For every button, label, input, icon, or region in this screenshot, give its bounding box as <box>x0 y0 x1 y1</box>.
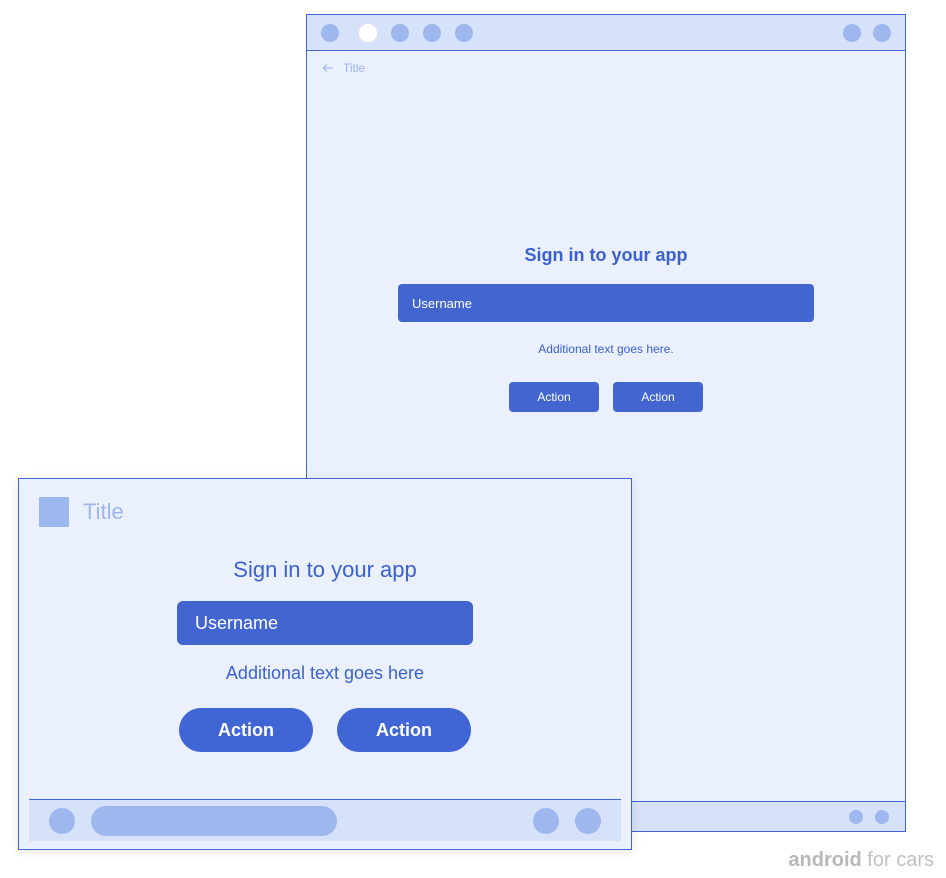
action-button-row: Action Action <box>179 708 471 752</box>
status-dot-icon <box>873 24 891 42</box>
tablet-app-bar: Title <box>307 51 905 85</box>
brand-suffix: for cars <box>862 849 934 871</box>
nav-dot-icon[interactable] <box>575 808 601 834</box>
phone-frame: Title Sign in to your app Username Addit… <box>18 478 632 850</box>
nav-dot-icon[interactable] <box>849 810 863 824</box>
signin-heading: Sign in to your app <box>525 245 688 266</box>
phone-app-bar: Title <box>19 479 631 545</box>
action-button-2[interactable]: Action <box>613 382 703 412</box>
phone-signin-content: Sign in to your app Username Additional … <box>19 557 631 752</box>
signin-subtext: Additional text goes here. <box>538 342 673 356</box>
brand-caption: android for cars <box>788 849 934 872</box>
nav-pill-icon[interactable] <box>91 806 337 836</box>
status-dot-icon <box>843 24 861 42</box>
action-button-row: Action Action <box>509 382 703 412</box>
brand-name: android <box>788 849 861 871</box>
status-dot-icon <box>391 24 409 42</box>
app-icon <box>39 497 69 527</box>
action-button-2[interactable]: Action <box>337 708 471 752</box>
username-placeholder: Username <box>195 613 278 634</box>
username-placeholder: Username <box>412 296 472 311</box>
signin-heading: Sign in to your app <box>233 557 416 583</box>
status-dot-icon <box>455 24 473 42</box>
phone-nav-bar <box>29 799 621 841</box>
phone-title-text: Title <box>83 499 124 525</box>
action-button-2-label: Action <box>641 390 674 404</box>
nav-dot-icon[interactable] <box>533 808 559 834</box>
action-button-1[interactable]: Action <box>179 708 313 752</box>
action-button-1-label: Action <box>218 720 274 741</box>
status-dot-active-icon <box>359 24 377 42</box>
nav-dot-icon[interactable] <box>875 810 889 824</box>
action-button-2-label: Action <box>376 720 432 741</box>
status-right-group <box>843 24 891 42</box>
status-dot-icon <box>321 24 339 42</box>
username-input[interactable]: Username <box>177 601 473 645</box>
status-dot-icon <box>423 24 441 42</box>
tablet-title-text: Title <box>343 61 365 75</box>
tablet-status-bar <box>307 15 905 51</box>
back-arrow-icon[interactable] <box>321 61 335 75</box>
action-button-1[interactable]: Action <box>509 382 599 412</box>
tablet-signin-content: Sign in to your app Username Additional … <box>307 245 905 412</box>
nav-dot-icon[interactable] <box>49 808 75 834</box>
signin-subtext: Additional text goes here <box>226 663 424 684</box>
action-button-1-label: Action <box>537 390 570 404</box>
username-input[interactable]: Username <box>398 284 814 322</box>
status-left-group <box>321 24 473 42</box>
